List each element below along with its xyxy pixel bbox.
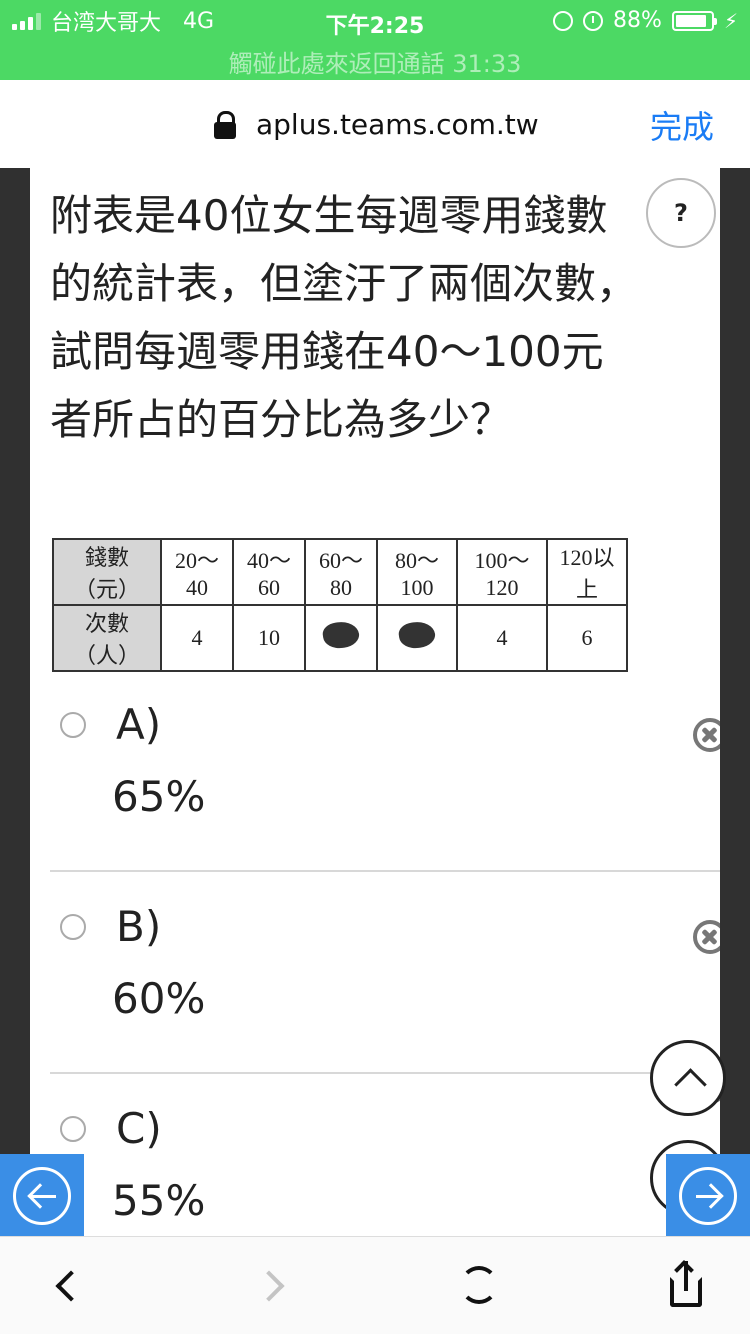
lock-icon: [214, 110, 236, 139]
url-display[interactable]: aplus.teams.com.tw: [214, 108, 539, 141]
status-bar: 台湾大哥大 4G 下午2:25 88% ⚡ 觸碰此處來返回通話 31:33: [0, 0, 750, 80]
reload-icon[interactable]: [460, 1266, 498, 1304]
option-letter: C): [116, 1104, 162, 1153]
battery-percent: 88%: [613, 8, 662, 33]
stats-table: 錢數（元） 20～40 40～60 60～80 80～100 100～120 1…: [52, 538, 628, 672]
quiz-content[interactable]: 附表是40位女生每週零用錢數的統計表，但塗汙了兩個次數，試問每週零用錢在40～1…: [30, 168, 720, 1236]
radio-button[interactable]: [60, 914, 86, 940]
eliminate-icon[interactable]: [693, 920, 720, 954]
smudged-cell: [304, 604, 378, 672]
previous-question-button[interactable]: [0, 1154, 84, 1238]
arrow-left-icon: [13, 1167, 71, 1225]
radio-button[interactable]: [60, 1116, 86, 1142]
table-cell: 40～60: [232, 538, 306, 606]
frame-left: [0, 168, 30, 1236]
battery-icon: [671, 10, 717, 31]
radio-button[interactable]: [60, 712, 86, 738]
table-cell: 20～40: [160, 538, 234, 606]
share-icon[interactable]: [666, 1260, 706, 1309]
browser-toolbar: [0, 1236, 750, 1334]
option-value: 60%: [112, 974, 206, 1023]
alarm-icon: [583, 10, 604, 31]
url-text: aplus.teams.com.tw: [256, 108, 539, 141]
answer-option-a[interactable]: A) 65%: [50, 670, 720, 872]
arrow-right-icon: [679, 1167, 737, 1225]
option-letter: B): [116, 902, 162, 951]
table-cell: 60～80: [304, 538, 378, 606]
option-value: 55%: [112, 1176, 206, 1225]
table-row: 錢數（元） 20～40 40～60 60～80 80～100 100～120 1…: [52, 538, 628, 606]
option-letter: A): [116, 700, 162, 749]
table-cell: 4: [456, 604, 548, 672]
table-cell: 100～120: [456, 538, 548, 606]
table-cell: 120以上: [546, 538, 628, 606]
table-cell: 6: [546, 604, 628, 672]
next-question-button[interactable]: [666, 1154, 750, 1238]
forward-icon[interactable]: [254, 1265, 294, 1305]
answer-option-c[interactable]: C) 55%: [50, 1070, 720, 1236]
question-text: 附表是40位女生每週零用錢數的統計表，但塗汙了兩個次數，試問每週零用錢在40～1…: [50, 191, 639, 444]
done-button[interactable]: 完成: [650, 102, 714, 148]
table-row: 次數（人） 4 10 4 6: [52, 604, 628, 672]
eliminate-icon[interactable]: [693, 718, 720, 752]
answer-option-b[interactable]: B) 60%: [50, 872, 720, 1074]
scroll-up-button[interactable]: [650, 1040, 726, 1116]
table-row-header: 錢數（元）: [52, 538, 162, 606]
ink-smudge-icon: [321, 619, 361, 651]
smudged-cell: [376, 604, 458, 672]
table-row-header: 次數（人）: [52, 604, 162, 672]
help-button[interactable]: ?: [646, 178, 716, 248]
ink-smudge-icon: [397, 619, 437, 651]
rotation-lock-icon: [553, 10, 574, 31]
table-cell: 4: [160, 604, 234, 672]
return-to-call-banner[interactable]: 觸碰此處來返回通話 31:33: [0, 44, 750, 79]
battery-fill: [675, 14, 706, 27]
option-value: 65%: [112, 772, 206, 821]
charging-icon: ⚡: [723, 8, 738, 33]
table-cell: 80～100: [376, 538, 458, 606]
table-cell: 10: [232, 604, 306, 672]
url-bar: aplus.teams.com.tw 完成: [0, 80, 750, 168]
status-right: 88% ⚡: [553, 8, 738, 33]
back-icon[interactable]: [48, 1265, 88, 1305]
